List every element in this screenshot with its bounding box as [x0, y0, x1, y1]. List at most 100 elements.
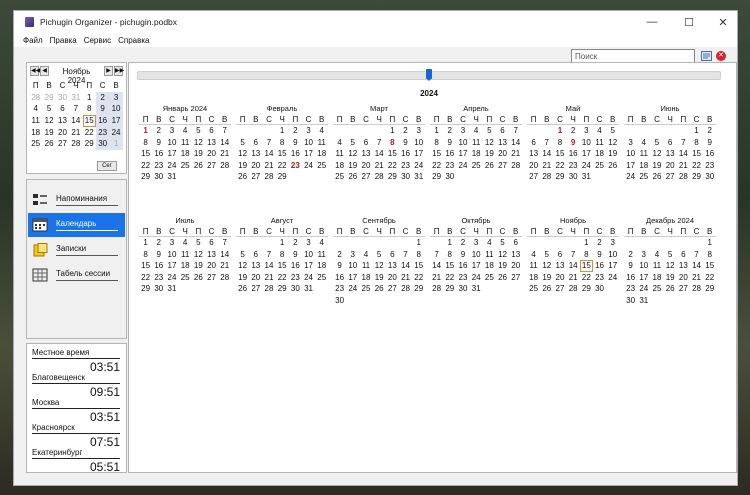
mini-calendar-day[interactable]: 27: [56, 138, 69, 150]
day-cell[interactable]: 3: [456, 125, 469, 137]
day-cell[interactable]: 6: [496, 125, 509, 137]
day-cell[interactable]: 29: [690, 171, 703, 183]
day-cell[interactable]: 21: [567, 272, 580, 284]
day-cell[interactable]: 19: [236, 272, 249, 284]
day-cell[interactable]: 15: [386, 148, 399, 160]
menu-file[interactable]: Файл: [23, 36, 43, 45]
day-cell[interactable]: 1: [386, 125, 399, 137]
day-cell[interactable]: 23: [456, 272, 469, 284]
day-cell[interactable]: 16: [593, 260, 606, 272]
day-cell[interactable]: 12: [192, 249, 205, 261]
day-cell[interactable]: 16: [289, 260, 302, 272]
day-cell[interactable]: 14: [373, 148, 386, 160]
day-cell[interactable]: 29: [386, 171, 399, 183]
day-cell[interactable]: 19: [346, 160, 359, 172]
day-cell[interactable]: 20: [205, 260, 218, 272]
day-cell[interactable]: 21: [373, 160, 386, 172]
day-cell[interactable]: 31: [302, 283, 315, 295]
mini-calendar-day[interactable]: 28: [29, 92, 42, 104]
day-cell[interactable]: 22: [430, 160, 443, 172]
day-cell[interactable]: 26: [606, 160, 619, 172]
day-cell[interactable]: 22: [703, 272, 716, 284]
day-cell[interactable]: 10: [580, 137, 593, 149]
day-cell[interactable]: 11: [637, 148, 650, 160]
mini-calendar-day[interactable]: 1: [109, 138, 123, 151]
day-cell[interactable]: 4: [483, 237, 496, 249]
day-cell[interactable]: 27: [249, 171, 262, 183]
day-cell[interactable]: 8: [139, 249, 152, 261]
day-cell[interactable]: 12: [192, 137, 205, 149]
day-cell[interactable]: 29: [580, 283, 593, 295]
day-cell[interactable]: 11: [315, 137, 328, 149]
day-cell[interactable]: 7: [218, 237, 231, 249]
today-button[interactable]: Сег: [97, 161, 117, 171]
day-cell[interactable]: 8: [139, 137, 152, 149]
day-cell[interactable]: 25: [527, 283, 540, 295]
day-cell[interactable]: 10: [165, 249, 178, 261]
day-cell[interactable]: 19: [192, 260, 205, 272]
day-cell[interactable]: 7: [373, 137, 386, 149]
day-cell[interactable]: 23: [289, 272, 302, 284]
day-cell[interactable]: 29: [412, 283, 425, 295]
day-cell[interactable]: 26: [192, 160, 205, 172]
day-cell[interactable]: 1: [139, 237, 152, 249]
day-cell[interactable]: 24: [637, 283, 650, 295]
day-cell[interactable]: 7: [509, 125, 522, 137]
day-cell[interactable]: 18: [483, 260, 496, 272]
day-cell[interactable]: 25: [470, 160, 483, 172]
day-cell[interactable]: 28: [430, 283, 443, 295]
day-cell[interactable]: 18: [470, 148, 483, 160]
day-cell[interactable]: 8: [553, 137, 566, 149]
day-cell[interactable]: 28: [218, 272, 231, 284]
day-cell[interactable]: 2: [567, 125, 580, 137]
day-cell[interactable]: 15: [276, 260, 289, 272]
day-cell[interactable]: 24: [456, 160, 469, 172]
day-cell[interactable]: 17: [346, 272, 359, 284]
day-cell[interactable]: 9: [624, 260, 637, 272]
day-cell[interactable]: 21: [540, 160, 553, 172]
day-cell[interactable]: 10: [165, 137, 178, 149]
day-cell[interactable]: 24: [580, 160, 593, 172]
day-cell[interactable]: 1: [276, 237, 289, 249]
day-cell[interactable]: 24: [302, 272, 315, 284]
day-cell[interactable]: 18: [179, 148, 192, 160]
mini-calendar-day[interactable]: 3: [109, 91, 123, 104]
mini-calendar-day[interactable]: 4: [29, 103, 42, 115]
day-cell[interactable]: 16: [152, 148, 165, 160]
day-cell[interactable]: 19: [650, 160, 663, 172]
day-cell[interactable]: 17: [165, 148, 178, 160]
day-cell[interactable]: 8: [412, 249, 425, 261]
mini-calendar-day[interactable]: 16: [95, 115, 110, 127]
day-cell[interactable]: 9: [399, 137, 412, 149]
day-cell[interactable]: 2: [703, 125, 716, 137]
day-cell[interactable]: 5: [346, 137, 359, 149]
day-cell[interactable]: 17: [580, 148, 593, 160]
day-cell[interactable]: 3: [302, 125, 315, 137]
day-cell[interactable]: 2: [152, 125, 165, 137]
mini-calendar-day[interactable]: 18: [29, 127, 42, 139]
day-cell[interactable]: 23: [399, 160, 412, 172]
day-cell[interactable]: 15: [703, 260, 716, 272]
day-cell[interactable]: 16: [399, 148, 412, 160]
day-cell[interactable]: 14: [509, 137, 522, 149]
day-cell[interactable]: 8: [580, 249, 593, 261]
day-cell[interactable]: 16: [567, 148, 580, 160]
day-cell[interactable]: 23: [624, 283, 637, 295]
year-slider-thumb[interactable]: [426, 69, 432, 81]
day-cell[interactable]: 25: [650, 283, 663, 295]
day-cell[interactable]: 19: [664, 272, 677, 284]
day-cell[interactable]: 6: [386, 249, 399, 261]
day-cell[interactable]: 4: [470, 125, 483, 137]
day-cell[interactable]: 26: [346, 171, 359, 183]
day-cell[interactable]: 13: [205, 137, 218, 149]
day-cell[interactable]: 15: [443, 260, 456, 272]
mini-calendar-day[interactable]: 22: [83, 127, 96, 139]
nav-item-timesheet[interactable]: Табель сессии: [28, 263, 125, 287]
day-cell[interactable]: 28: [540, 171, 553, 183]
day-cell[interactable]: 10: [302, 137, 315, 149]
day-cell[interactable]: 23: [289, 160, 302, 172]
day-cell[interactable]: 17: [412, 148, 425, 160]
day-cell[interactable]: 21: [218, 148, 231, 160]
day-cell[interactable]: 3: [346, 249, 359, 261]
day-cell[interactable]: 18: [315, 148, 328, 160]
